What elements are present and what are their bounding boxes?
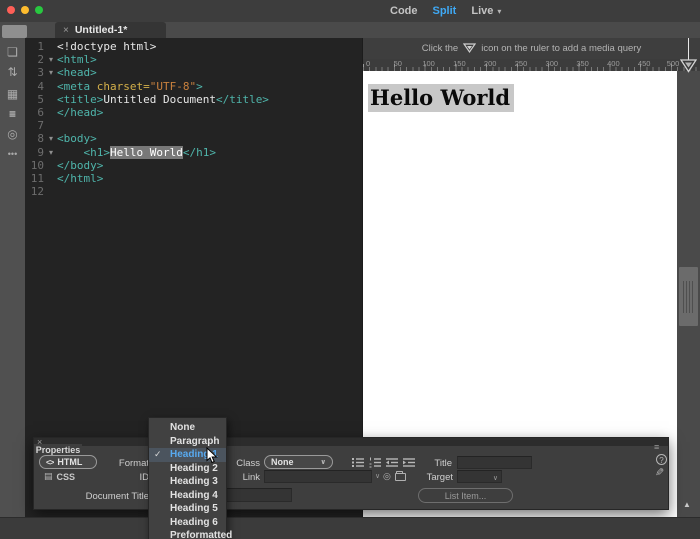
status-bar: body h1 ✓ HTML ∨ 524 x 717 ∨ INS 9:9	[0, 517, 700, 539]
format-label: Format	[94, 458, 149, 469]
title-label: Title	[402, 458, 452, 469]
menu-item-paragraph[interactable]: Paragraph	[149, 435, 226, 449]
split-view-button[interactable]: Split	[433, 5, 457, 17]
media-query-icon	[463, 43, 476, 54]
viewport-resize-scrubber[interactable]	[679, 267, 698, 326]
live-view-button[interactable]: Live ▾	[471, 5, 501, 17]
close-window-button[interactable]	[7, 6, 15, 14]
media-query-marker-icon[interactable]	[680, 59, 697, 73]
fold-arrow-icon[interactable]: ▾	[46, 53, 56, 66]
minimize-window-button[interactable]	[21, 6, 29, 14]
toolbar-sidebar: ❏ ⇅ ▦ ≡ ◎ •••	[0, 38, 25, 517]
media-query-hint-bar: Click the icon on the ruler to add a med…	[363, 38, 700, 59]
code-view-button[interactable]: Code	[390, 5, 418, 17]
css-panel-icon: ▤	[44, 471, 53, 482]
code-angle-icon: <>	[46, 458, 53, 467]
class-dropdown[interactable]: None ∨	[264, 455, 333, 469]
css-properties-button[interactable]: ▤ CSS	[44, 470, 94, 483]
design-view-heading[interactable]: Hello World	[368, 84, 514, 112]
title-input[interactable]	[457, 456, 532, 469]
menu-item-heading3[interactable]: Heading 3	[149, 475, 226, 489]
more-options-icon[interactable]: •••	[4, 146, 21, 162]
quick-edit-icon[interactable]: ✎	[655, 466, 664, 479]
fold-arrow-icon[interactable]: ▾	[46, 146, 56, 159]
mouse-cursor-icon	[206, 447, 218, 464]
checkmark-icon: ✓	[154, 448, 162, 462]
tabbar-stub	[2, 25, 27, 38]
chevron-down-icon: ▾	[497, 7, 501, 16]
dreamweaver-window: Code Split Live ▾ × Untitled-1* ❏ ⇅ ▦ ≡ …	[0, 0, 700, 539]
view-mode-switcher: Code Split Live ▾	[390, 0, 501, 22]
target-label: Target	[402, 472, 453, 483]
panel-header[interactable]	[34, 438, 668, 446]
fold-arrow-icon[interactable]: ▾	[46, 132, 56, 145]
menu-item-preformatted[interactable]: Preformatted	[149, 529, 226, 539]
unordered-list-icon[interactable]	[352, 457, 364, 468]
titlebar: Code Split Live ▾	[0, 0, 700, 22]
code-text[interactable]: <!doctype html> <html> <head> <meta char…	[57, 40, 269, 198]
target-dropdown[interactable]: ∨	[457, 470, 502, 483]
ordered-list-icon[interactable]	[369, 457, 381, 468]
scroll-up-icon[interactable]: ▲	[683, 500, 691, 509]
menu-item-heading4[interactable]: Heading 4	[149, 489, 226, 503]
html-properties-button[interactable]: <> HTML	[39, 455, 97, 469]
menu-item-heading6[interactable]: Heading 6	[149, 516, 226, 530]
outdent-icon[interactable]	[386, 457, 398, 468]
selected-code-text: Hello World	[110, 146, 183, 159]
document-title-label: Document Title	[74, 491, 149, 502]
menu-item-heading5[interactable]: Heading 5	[149, 502, 226, 516]
properties-panel: × Properties ≡ <> HTML ▤ CSS Format ID C…	[33, 437, 669, 510]
point-to-file-icon[interactable]: ◎	[383, 471, 391, 482]
link-input[interactable]	[264, 470, 372, 483]
dom-panel-icon[interactable]: ◎	[4, 126, 21, 142]
grip-lines-icon	[683, 281, 694, 313]
css-designer-icon[interactable]: ▦	[4, 86, 21, 102]
line-number-gutter: 12 34 56 78 910 1112	[28, 40, 44, 198]
format-source-icon[interactable]: ≡	[4, 106, 21, 122]
document-tab[interactable]: × Untitled-1*	[55, 22, 166, 38]
close-tab-icon[interactable]: ×	[63, 25, 69, 36]
document-tab-title: Untitled-1*	[75, 24, 128, 36]
zoom-window-button[interactable]	[35, 6, 43, 14]
chevron-down-icon: ∨	[320, 458, 326, 466]
list-item-button[interactable]: List Item...	[418, 488, 513, 503]
help-icon[interactable]: ?	[656, 454, 667, 465]
fold-arrow-icon[interactable]: ▾	[46, 66, 56, 79]
file-management-icon[interactable]: ⇅	[4, 64, 21, 80]
panel-menu-icon[interactable]: ≡	[654, 442, 659, 452]
id-label: ID	[94, 472, 149, 483]
menu-item-none[interactable]: None	[149, 421, 226, 435]
open-documents-icon[interactable]: ❏	[4, 44, 21, 60]
chevron-down-icon: ∨	[493, 474, 498, 482]
chevron-down-icon[interactable]: ∨	[375, 472, 380, 480]
format-dropdown-menu: None Paragraph ✓ Heading 1 Heading 2 Hea…	[148, 417, 227, 539]
